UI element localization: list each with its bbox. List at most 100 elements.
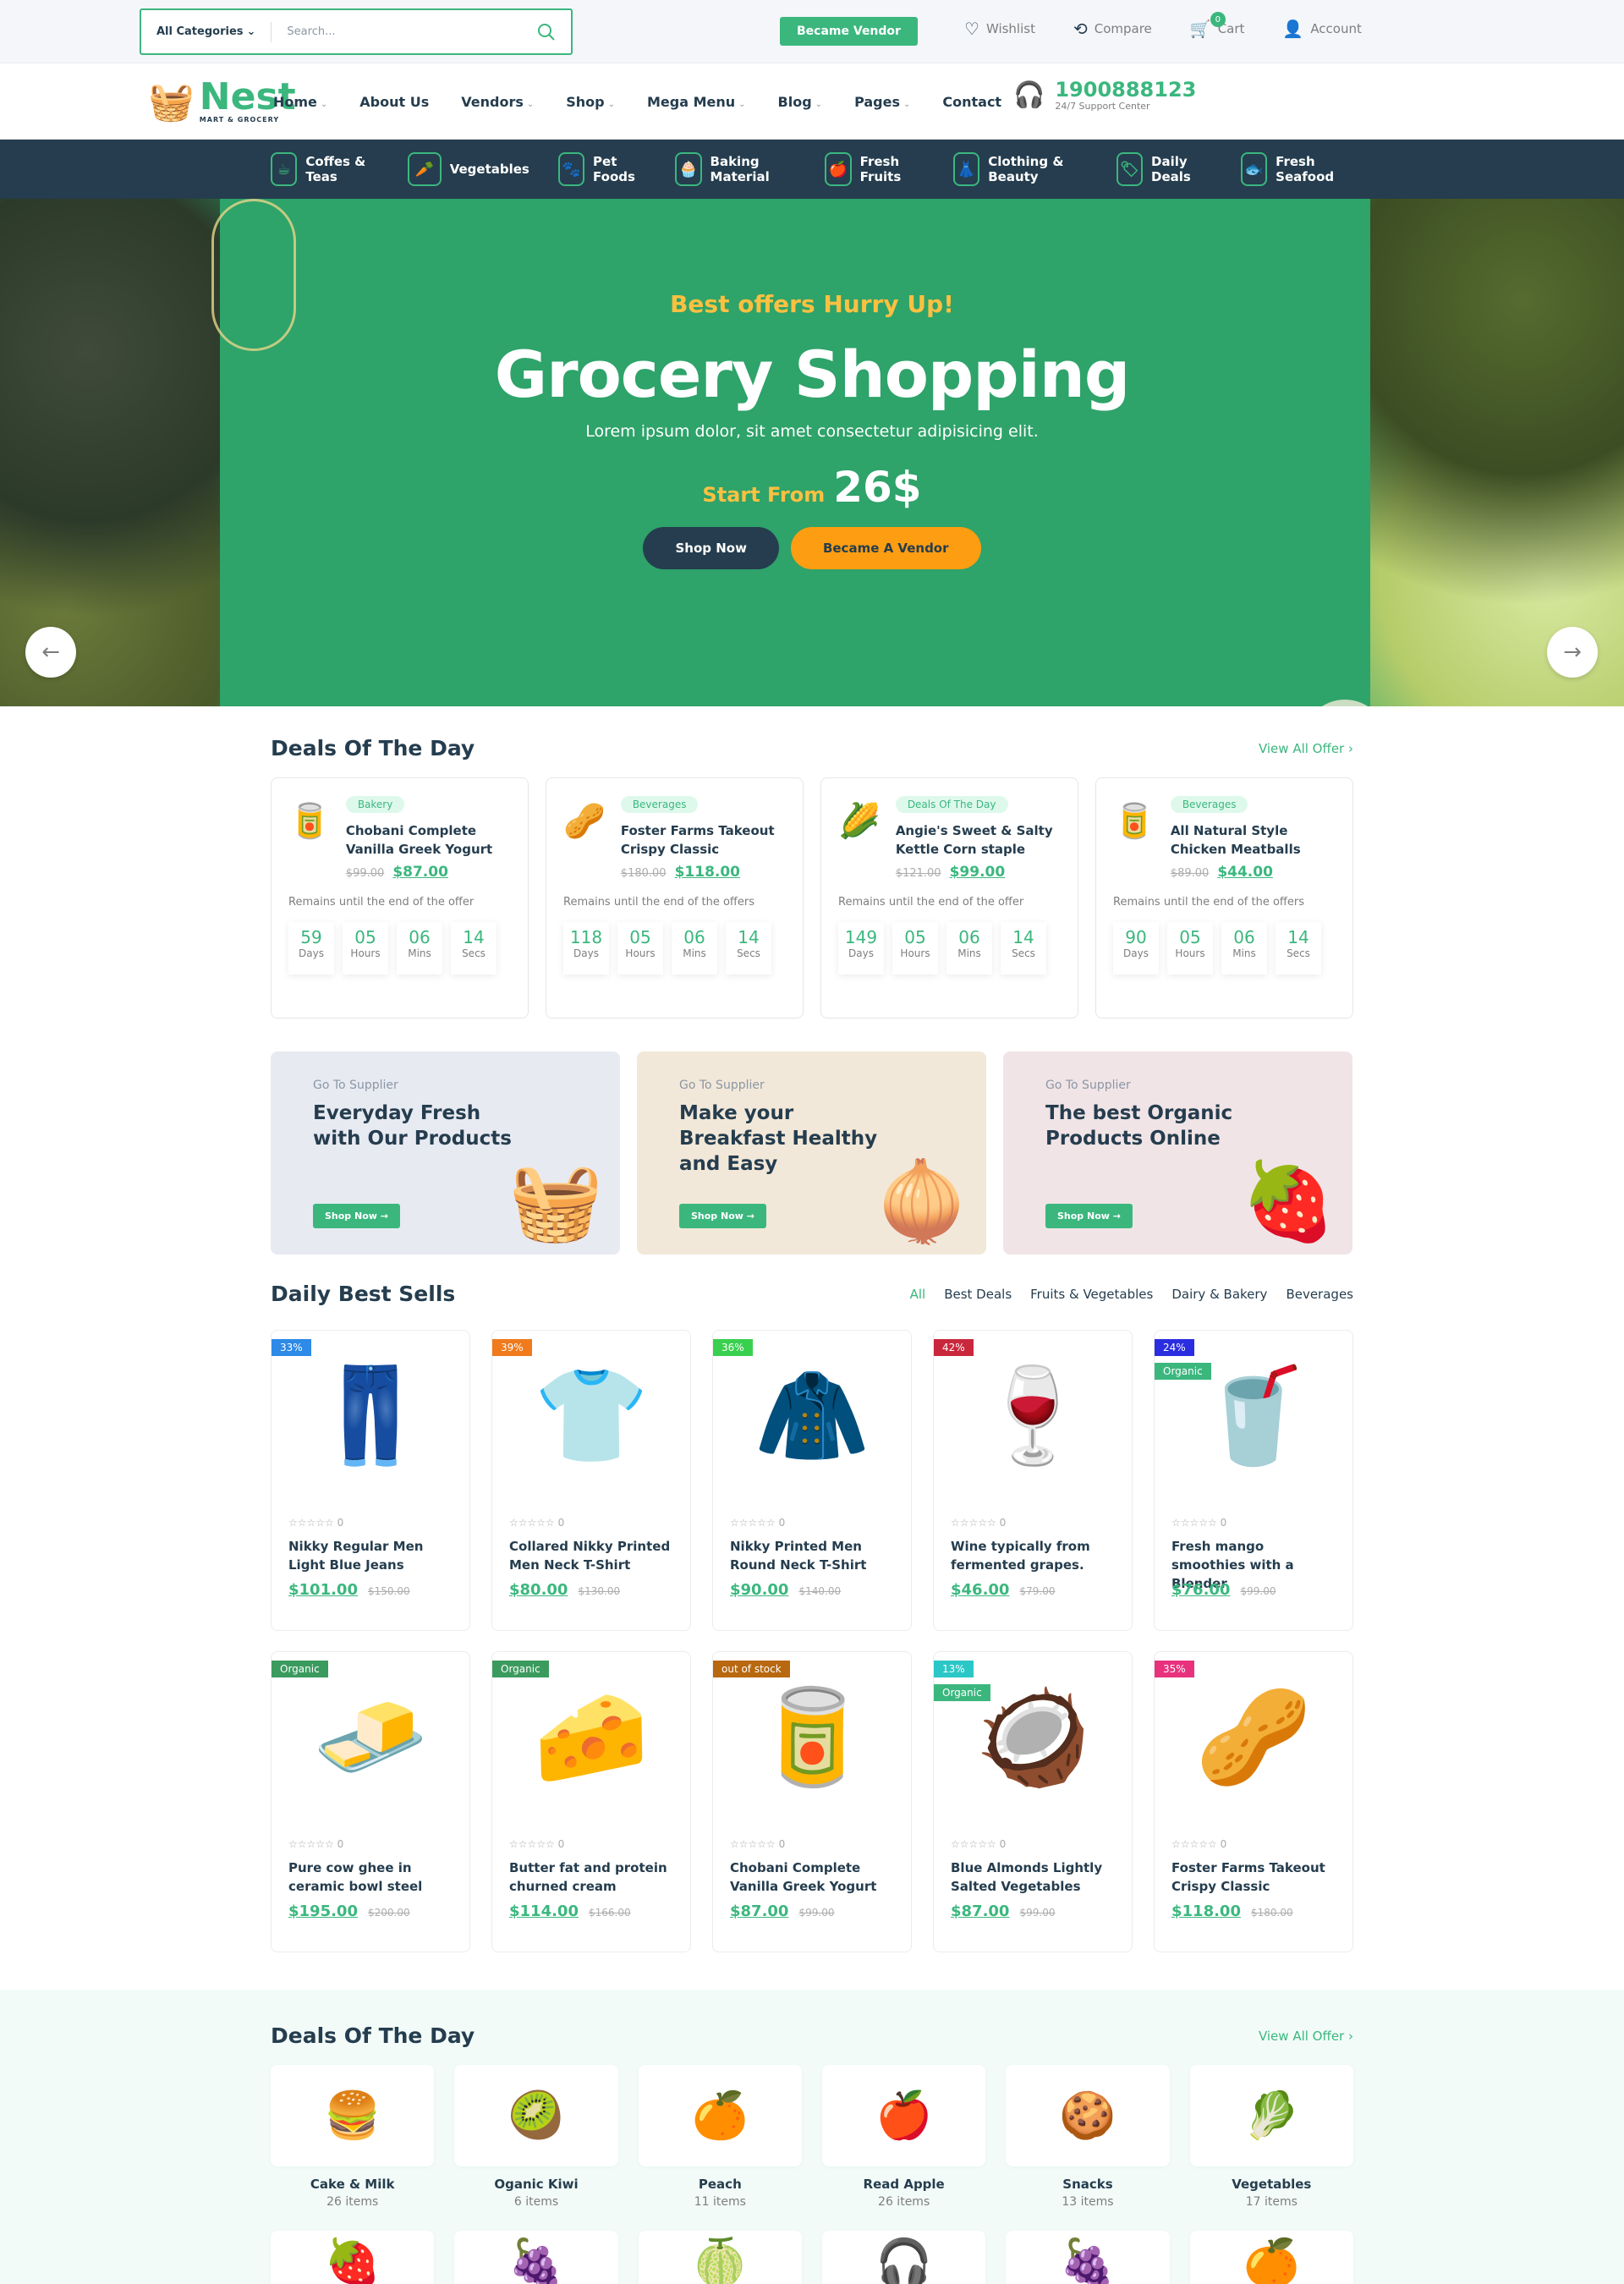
promo-banner[interactable]: Go To Supplier The best Organic Products … [1003, 1051, 1352, 1255]
category-image[interactable]: 🍊 [638, 2065, 802, 2166]
nav-item-shop[interactable]: Shop ⌄ [566, 94, 615, 110]
deal-card[interactable]: 🥫 Bakery Chobani Complete Vanilla Greek Yo… [271, 777, 529, 1018]
category-image[interactable]: 🍈 [638, 2231, 802, 2284]
product-card[interactable]: 42% 🍷 ☆☆☆☆☆ 0 Wine typically from fermented… [933, 1330, 1133, 1631]
nav-item-about-us[interactable]: About Us [359, 94, 429, 110]
nav-item-contact[interactable]: Contact [942, 94, 1001, 110]
category-card[interactable]: 🍊 [1189, 2209, 1353, 2284]
category-image[interactable]: 🍓 [271, 2231, 435, 2284]
category-card[interactable]: 🎧 [821, 2209, 986, 2284]
banner-shop-now-button[interactable]: Shop Now → [313, 1204, 400, 1228]
nav-item-mega-menu[interactable]: Mega Menu ⌄ [647, 94, 746, 110]
category-image[interactable]: 🍔 [271, 2065, 435, 2166]
product-name[interactable]: Nikky Printed Men Round Neck T-Shirt [730, 1537, 894, 1574]
filter-tab-best-deals[interactable]: Best Deals [944, 1287, 1012, 1302]
become-a-vendor-button[interactable]: Became A Vendor [790, 527, 981, 569]
prev-slide-arrow-icon[interactable]: ← [25, 627, 76, 678]
filter-tab-beverages[interactable]: Beverages [1286, 1287, 1353, 1302]
product-name[interactable]: Wine typically from fermented grapes. [951, 1537, 1115, 1574]
category-card[interactable]: 🥬 Vegetables 17 items [1189, 2065, 1353, 2209]
deal-product-name[interactable]: Foster Farms Takeout Crispy Classic [621, 821, 786, 859]
product-image[interactable]: 👖 [288, 1331, 453, 1500]
category-card[interactable]: 🍈 [638, 2209, 802, 2284]
category-image[interactable]: 🥝 [454, 2065, 618, 2166]
product-image[interactable]: 🥥 [951, 1652, 1115, 1821]
product-card[interactable]: 24% Organic 🥤 ☆☆☆☆☆ 0 Fresh mango smoothies … [1154, 1330, 1353, 1631]
product-card[interactable]: 35% 🥜 ☆☆☆☆☆ 0 Foster Farms Takeout Crispy C… [1154, 1651, 1353, 1952]
promo-banner[interactable]: Go To Supplier Make your Breakfast Health… [637, 1051, 986, 1255]
deal-card[interactable]: 🥜 Beverages Foster Farms Takeout Crispy Cl… [546, 777, 804, 1018]
category-image[interactable]: 🍊 [1189, 2231, 1353, 2284]
search-box[interactable]: All Categories ⌄ Search... [140, 8, 573, 55]
top-action-cart[interactable]: 🛒 0 Cart [1190, 12, 1244, 39]
product-image[interactable]: 🥜 [1171, 1652, 1336, 1821]
category-nav-item-fresh-fruits[interactable]: 🍎 Fresh Fruits [825, 152, 924, 186]
category-image[interactable]: 🍪 [1006, 2065, 1170, 2166]
deal-product-image[interactable]: 🌽 [838, 795, 881, 846]
category-card[interactable]: 🍇 [454, 2209, 618, 2284]
category-image[interactable]: 🎧 [821, 2231, 986, 2284]
category-select[interactable]: All Categories ⌄ [141, 21, 272, 42]
deal-product-image[interactable]: 🥫 [288, 795, 331, 846]
deal-product-image[interactable]: 🥜 [563, 795, 606, 846]
category-image[interactable]: 🥬 [1189, 2065, 1353, 2166]
product-image[interactable]: 🍷 [951, 1331, 1115, 1500]
nav-item-home[interactable]: Home ⌄ [273, 94, 327, 110]
category-nav-item-coffes-teas[interactable]: ☕ Coffes & Teas [271, 152, 379, 186]
product-name[interactable]: Fresh mango smoothies with a Blender [1171, 1537, 1336, 1591]
product-name[interactable]: Nikky Regular Men Light Blue Jeans [288, 1537, 453, 1574]
category-nav-item-fresh-seafood[interactable]: 🐟 Fresh Seafood [1240, 152, 1353, 186]
filter-tab-all[interactable]: All [910, 1287, 926, 1302]
top-action-compare[interactable]: ⟲ Compare [1073, 19, 1152, 39]
category-nav-item-vegetables[interactable]: 🥕 Vegetables [407, 152, 529, 186]
product-name[interactable]: Foster Farms Takeout Crispy Classic [1171, 1858, 1336, 1896]
category-card[interactable]: 🍓 [271, 2209, 435, 2284]
product-card[interactable]: Organic 🧈 ☆☆☆☆☆ 0 Pure cow ghee in ceramic … [271, 1651, 470, 1952]
product-image[interactable]: 🥫 [730, 1652, 894, 1821]
top-action-account[interactable]: 👤 Account [1282, 19, 1361, 39]
product-name[interactable]: Pure cow ghee in ceramic bowl steel [288, 1858, 453, 1896]
promo-banner[interactable]: Go To Supplier Everyday Fresh with Our Pr… [271, 1051, 620, 1255]
product-image[interactable]: 🥤 [1171, 1331, 1336, 1500]
deal-product-name[interactable]: Angie's Sweet & Salty Kettle Corn staple [896, 821, 1061, 859]
category-card[interactable]: 🍇 [1006, 2209, 1170, 2284]
nav-item-blog[interactable]: Blog ⌄ [778, 94, 823, 110]
deal-product-image[interactable]: 🥫 [1113, 795, 1155, 846]
product-card[interactable]: 36% 🧥 ☆☆☆☆☆ 0 Nikky Printed Men Round Neck … [712, 1330, 912, 1631]
category-nav-item-pet-foods[interactable]: 🐾 Pet Foods [557, 152, 646, 186]
product-name[interactable]: Butter fat and protein churned cream [509, 1858, 673, 1896]
category-nav-item-daily-deals[interactable]: 🏷 Daily Deals [1116, 152, 1212, 186]
category-image[interactable]: 🍇 [1006, 2231, 1170, 2284]
next-slide-arrow-icon[interactable]: → [1547, 627, 1598, 678]
product-card[interactable]: Organic 🧀 ☆☆☆☆☆ 0 Butter fat and protein ch… [491, 1651, 691, 1952]
nav-item-vendors[interactable]: Vendors ⌄ [461, 94, 534, 110]
search-input[interactable]: Search... [272, 25, 537, 38]
deal-product-name[interactable]: All Natural Style Chicken Meatballs [1171, 821, 1336, 859]
product-image[interactable]: 🧀 [509, 1652, 673, 1821]
categories-view-all-link[interactable]: View All Offer › [1259, 2029, 1353, 2044]
deal-card[interactable]: 🌽 Deals Of The Day Angie's Sweet & Salty K… [820, 777, 1078, 1018]
product-name[interactable]: Chobani Complete Vanilla Greek Yogurt [730, 1858, 894, 1896]
category-card[interactable]: 🍎 Read Apple 26 items [821, 2065, 986, 2209]
filter-tab-fruits-vegetables[interactable]: Fruits & Vegetables [1030, 1287, 1153, 1302]
product-image[interactable]: 🧥 [730, 1331, 894, 1500]
shop-now-button[interactable]: Shop Now [643, 527, 779, 569]
category-card[interactable]: 🍔 Cake & Milk 26 items [271, 2065, 435, 2209]
product-image[interactable]: 🧈 [288, 1652, 453, 1821]
product-card[interactable]: 13% Organic 🥥 ☆☆☆☆☆ 0 Blue Almonds Lightly S… [933, 1651, 1133, 1952]
product-name[interactable]: Blue Almonds Lightly Salted Vegetables [951, 1858, 1115, 1896]
view-all-offer-link[interactable]: View All Offer › [1259, 741, 1353, 756]
product-image[interactable]: 👕 [509, 1331, 673, 1500]
category-card[interactable]: 🥝 Oganic Kiwi 6 items [454, 2065, 618, 2209]
category-image[interactable]: 🍎 [821, 2065, 986, 2166]
become-vendor-button[interactable]: Became Vendor [780, 17, 918, 46]
category-card[interactable]: 🍊 Peach 11 items [638, 2065, 802, 2209]
product-name[interactable]: Collared Nikky Printed Men Neck T-Shirt [509, 1537, 673, 1574]
product-card[interactable]: 33% 👖 ☆☆☆☆☆ 0 Nikky Regular Men Light Blue … [271, 1330, 470, 1631]
top-action-wishlist[interactable]: ♡ Wishlist [964, 19, 1035, 39]
banner-shop-now-button[interactable]: Shop Now → [679, 1204, 766, 1228]
filter-tab-dairy-bakery[interactable]: Dairy & Bakery [1171, 1287, 1267, 1302]
banner-shop-now-button[interactable]: Shop Now → [1045, 1204, 1133, 1228]
category-nav-item-clothing-beauty[interactable]: 👗 Clothing & Beauty [952, 152, 1088, 186]
support-number[interactable]: 1900888123 [1055, 79, 1196, 101]
